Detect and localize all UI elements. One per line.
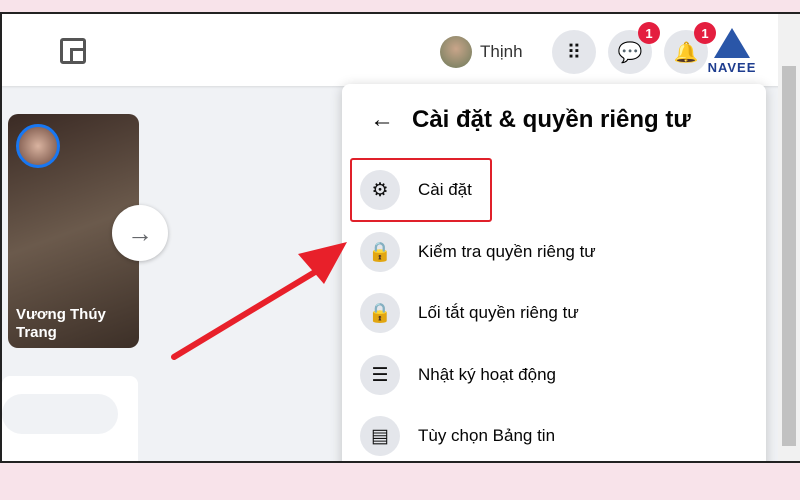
browser-viewport: Thịnh ⠿ 💬 1 🔔 1 NAVEE Vương Thúy Trang → ←… <box>0 12 800 463</box>
red-pointer-arrow <box>171 242 347 360</box>
